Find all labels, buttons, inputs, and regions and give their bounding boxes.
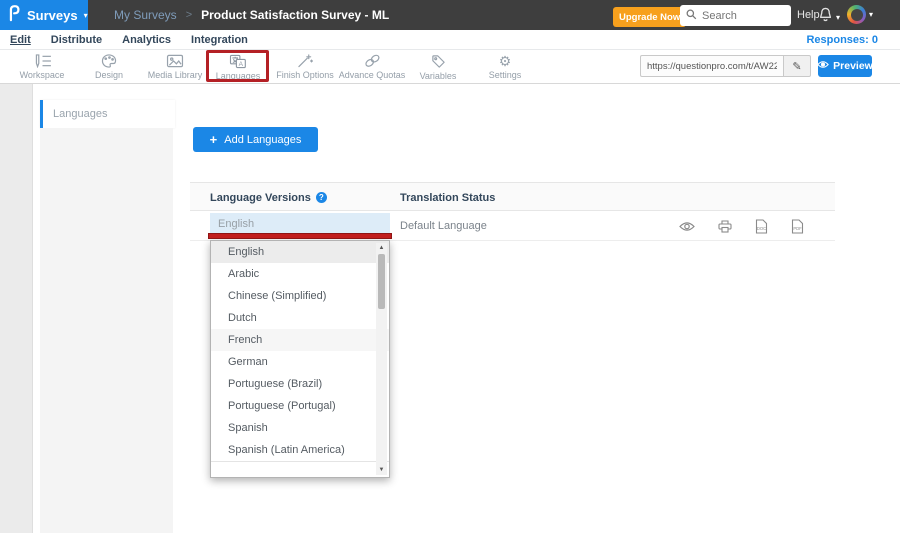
sidebar-panel xyxy=(40,128,173,533)
plus-icon: + xyxy=(210,132,218,147)
questionpro-logo-icon xyxy=(8,4,21,27)
dropdown-option-english[interactable]: English xyxy=(211,241,389,263)
chevron-down-icon: ▾ xyxy=(869,10,873,19)
left-gutter xyxy=(0,84,33,533)
export-doc-icon[interactable]: DOC xyxy=(755,219,768,234)
breadcrumb: My Surveys > Product Satisfaction Survey… xyxy=(114,0,389,30)
scroll-down-icon[interactable]: ▼ xyxy=(376,465,387,475)
add-languages-button[interactable]: + Add Languages xyxy=(193,127,318,152)
breadcrumb-separator: > xyxy=(186,9,192,21)
column-translation-status: Translation Status xyxy=(400,183,495,212)
tab-distribute[interactable]: Distribute xyxy=(51,34,102,46)
preview-button[interactable]: Preview xyxy=(818,55,872,77)
view-eye-icon[interactable] xyxy=(679,221,695,232)
bell-icon xyxy=(818,6,833,28)
chevron-down-icon: ▾ xyxy=(84,11,88,20)
toolbar-item-media-library[interactable]: Media Library xyxy=(142,53,208,81)
product-name: Surveys xyxy=(27,8,78,23)
variables-icon xyxy=(431,54,446,69)
chevron-down-icon: ▾ xyxy=(836,13,840,22)
account-menu[interactable]: ▾ xyxy=(847,5,873,24)
translation-status-value: Default Language xyxy=(400,211,487,241)
search-box[interactable] xyxy=(680,5,791,26)
scrollbar-thumb[interactable] xyxy=(378,254,385,309)
page-title: Product Satisfaction Survey - ML xyxy=(201,8,389,22)
toolbar-item-workspace[interactable]: Workspace xyxy=(9,53,75,81)
edit-toolbar: Workspace Design Media Library xyxy=(0,50,900,84)
content-area: Languages + Add Languages Language Versi… xyxy=(0,84,900,533)
help-question-icon[interactable]: ? xyxy=(316,192,327,203)
table-header: Language Versions ? Translation Status xyxy=(190,182,835,211)
toolbar-item-advance-quotas[interactable]: Advance Quotas xyxy=(339,53,405,81)
avatar xyxy=(847,5,866,24)
print-icon[interactable] xyxy=(718,220,732,233)
dropdown-footer xyxy=(211,461,389,476)
settings-gear-icon: ⚙ xyxy=(499,54,512,68)
column-language-versions: Language Versions ? xyxy=(210,183,327,212)
language-name-input[interactable] xyxy=(210,213,390,235)
dropdown-option-spanish-latin-america[interactable]: Spanish (Latin America) xyxy=(211,439,389,461)
svg-text:PDF: PDF xyxy=(793,226,802,231)
responses-count[interactable]: Responses: 0 xyxy=(806,34,878,46)
design-icon xyxy=(101,54,117,68)
dropdown-scrollbar[interactable]: ▲ ▼ xyxy=(376,243,387,475)
help-link[interactable]: Help xyxy=(797,9,820,21)
search-input[interactable] xyxy=(702,10,782,22)
dropdown-option-portuguese-portugal[interactable]: Portuguese (Portugal) xyxy=(211,395,389,417)
scroll-up-icon[interactable]: ▲ xyxy=(376,243,387,253)
dropdown-option-german[interactable]: German xyxy=(211,351,389,373)
app-window: Surveys ▾ My Surveys > Product Satisfact… xyxy=(0,0,900,533)
dropdown-option-chinese-simplified[interactable]: Chinese (Simplified) xyxy=(211,285,389,307)
dropdown-option-arabic[interactable]: Arabic xyxy=(211,263,389,285)
language-dropdown: English Arabic Chinese (Simplified) Dutc… xyxy=(210,240,390,478)
sidebar-item-languages[interactable]: Languages xyxy=(40,100,175,128)
notifications-menu[interactable]: ▾ xyxy=(818,6,840,28)
top-bar: Surveys ▾ My Surveys > Product Satisfact… xyxy=(0,0,900,30)
edit-url-button[interactable]: ✎ xyxy=(783,55,811,77)
dropdown-option-spanish[interactable]: Spanish xyxy=(211,417,389,439)
tab-edit[interactable]: Edit xyxy=(10,34,31,46)
workspace-icon xyxy=(33,54,52,68)
survey-nav-tabs: Edit Distribute Analytics Integration Re… xyxy=(0,30,900,50)
dropdown-option-dutch[interactable]: Dutch xyxy=(211,307,389,329)
languages-icon: A xyxy=(229,54,247,69)
svg-text:A: A xyxy=(239,60,244,67)
dropdown-option-french[interactable]: French xyxy=(211,329,389,351)
preview-label: Preview xyxy=(833,60,873,72)
toolbar-item-design[interactable]: Design xyxy=(76,53,142,81)
finish-options-icon xyxy=(297,54,313,68)
product-switcher[interactable]: Surveys ▾ xyxy=(0,0,88,30)
toolbar-item-variables[interactable]: Variables xyxy=(405,53,471,81)
toolbar-item-settings[interactable]: ⚙ Settings xyxy=(472,53,538,81)
svg-text:DOC: DOC xyxy=(757,226,766,231)
media-library-icon xyxy=(166,54,184,68)
toolbar-item-finish-options[interactable]: Finish Options xyxy=(272,53,338,81)
dropdown-option-portuguese-brazil[interactable]: Portuguese (Brazil) xyxy=(211,373,389,395)
export-pdf-icon[interactable]: PDF xyxy=(791,219,804,234)
eye-icon xyxy=(817,60,829,72)
breadcrumb-my-surveys[interactable]: My Surveys xyxy=(114,8,177,22)
row-actions: DOC PDF xyxy=(679,211,804,241)
tab-analytics[interactable]: Analytics xyxy=(122,34,171,46)
tab-integration[interactable]: Integration xyxy=(191,34,248,46)
search-icon xyxy=(686,7,697,25)
toolbar-item-languages[interactable]: A Languages xyxy=(205,53,271,81)
survey-url-input[interactable] xyxy=(640,55,783,77)
selected-language-highlight-annotation xyxy=(208,233,392,239)
upgrade-now-button[interactable]: Upgrade Now xyxy=(613,7,686,27)
advance-quotas-icon xyxy=(364,54,381,68)
pencil-icon: ✎ xyxy=(792,61,801,73)
